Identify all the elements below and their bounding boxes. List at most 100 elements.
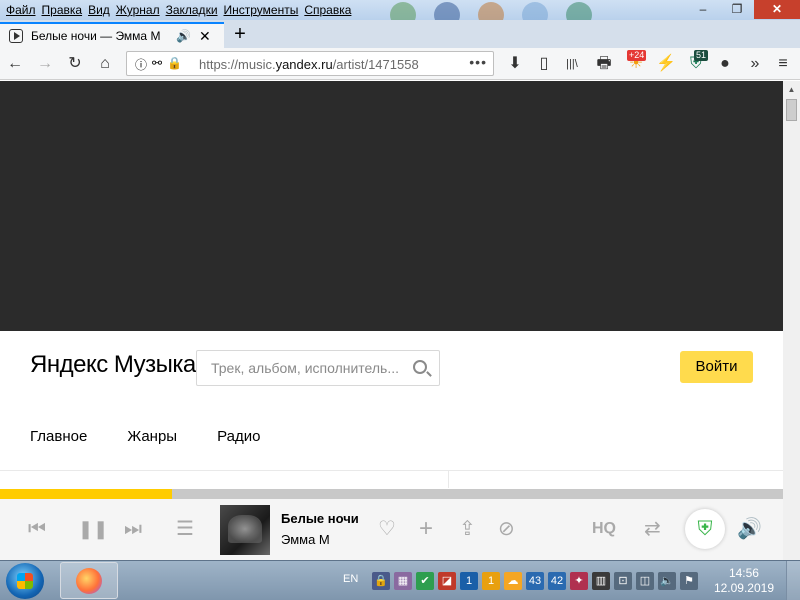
speaker-icon[interactable]: 🔊: [176, 29, 191, 43]
block-icon[interactable]: ⊘: [498, 517, 515, 541]
overflow-button[interactable]: »: [745, 54, 765, 74]
reader-view-icon[interactable]: ▯: [534, 54, 554, 74]
nav-item-genres[interactable]: Жанры: [127, 428, 177, 445]
account-icon[interactable]: ●: [715, 54, 735, 74]
next-track-button[interactable]: ⏭: [124, 517, 142, 541]
login-button[interactable]: Войти: [680, 351, 753, 383]
scroll-thumb[interactable]: [786, 99, 797, 121]
minimize-button[interactable]: –: [686, 0, 720, 19]
window-controls: – ❐ ✕: [686, 0, 800, 19]
back-button[interactable]: ←: [5, 54, 25, 74]
language-indicator[interactable]: EN: [343, 573, 358, 585]
firefox-icon: [76, 568, 102, 594]
logo-music: Музыка: [113, 351, 196, 378]
permissions-icon[interactable]: ⚯: [152, 56, 162, 73]
extension-badge: 51: [694, 50, 709, 61]
forward-button[interactable]: →: [35, 54, 55, 74]
menu-file[interactable]: Файл: [0, 1, 39, 19]
info-icon[interactable]: ⓘ: [135, 56, 147, 73]
tray-device-icon[interactable]: ⊡: [614, 572, 632, 590]
extension-icon[interactable]: ⚡: [656, 54, 676, 74]
play-icon: [9, 29, 23, 43]
tab-active[interactable]: Белые ночи — Эмма М 🔊 ✕: [0, 22, 224, 48]
clock[interactable]: 14:56 12.09.2019: [714, 566, 774, 596]
show-desktop-button[interactable]: [786, 561, 800, 600]
scroll-up-icon[interactable]: ▲: [783, 85, 800, 94]
player-bar: ⏮ ❚❚ ⏭ ☰ Белые ночи Эмма М ♡ + ⇪ ⊘ HQ ⇄ …: [0, 499, 783, 560]
tray-battery-icon[interactable]: ▥: [592, 572, 610, 590]
vertical-scrollbar[interactable]: ▲: [783, 81, 800, 560]
search-box[interactable]: [196, 350, 440, 386]
tray-flag-icon[interactable]: ⚑: [680, 572, 698, 590]
new-tab-button[interactable]: +: [228, 22, 252, 46]
main-nav: Главное Жанры Радио: [30, 428, 260, 445]
window-titlebar: Файл Правка Вид Журнал Закладки Инструме…: [0, 0, 800, 28]
menu-history[interactable]: Журнал: [113, 1, 163, 19]
album-cover[interactable]: [220, 505, 270, 555]
menu-tools[interactable]: Инструменты: [221, 1, 302, 19]
tray-grid-icon[interactable]: ▦: [394, 572, 412, 590]
pause-button[interactable]: ❚❚: [78, 517, 108, 541]
search-icon[interactable]: [413, 360, 427, 374]
divider: [0, 470, 783, 471]
tray-lock-icon[interactable]: 🔒: [372, 572, 390, 590]
tray-network-icon[interactable]: ◫: [636, 572, 654, 590]
yandex-music-logo[interactable]: Яндекс Музыка: [30, 351, 196, 379]
navigation-bar: ← → ↻ ⌂ ⓘ ⚯ 🔒 https://music.yandex.ru/ar…: [0, 48, 800, 80]
tab-close-icon[interactable]: ✕: [199, 28, 211, 45]
windows-taskbar: EN 🔒 ▦ ✔ ◪ 1 1 ☁ 43 42 ✦ ▥ ⊡ ◫ 🔈 ⚑ 14:56…: [0, 560, 800, 600]
nav-item-main[interactable]: Главное: [30, 428, 87, 445]
tray-temp-42-icon[interactable]: 42: [548, 572, 566, 590]
maximize-button[interactable]: ❐: [720, 0, 754, 19]
ad-banner: [0, 81, 783, 331]
start-button[interactable]: [6, 563, 44, 599]
share-icon[interactable]: ⇪: [459, 517, 476, 541]
like-icon[interactable]: ♡: [378, 517, 396, 541]
previous-track-button[interactable]: ⏮: [28, 517, 46, 541]
desktop-background-icons: [390, 0, 690, 28]
divider: [448, 470, 449, 488]
taskbar-firefox[interactable]: [60, 562, 118, 599]
page-viewport: Яндекс Музыка Войти Главное Жанры Радио …: [0, 81, 783, 560]
tray-one-blue-icon[interactable]: 1: [460, 572, 478, 590]
tray-check-icon[interactable]: ✔: [416, 572, 434, 590]
menu-button[interactable]: ≡: [773, 54, 793, 74]
track-artist[interactable]: Эмма М: [281, 532, 330, 547]
menu-view[interactable]: Вид: [85, 1, 113, 19]
library-icon[interactable]: |||\: [562, 54, 582, 74]
hq-button[interactable]: HQ: [592, 517, 616, 541]
tray-temp-43-icon[interactable]: 43: [526, 572, 544, 590]
site-info-icons[interactable]: ⓘ ⚯ 🔒: [135, 56, 182, 73]
tray-app-icon[interactable]: ◪: [438, 572, 456, 590]
nav-item-radio[interactable]: Радио: [217, 428, 260, 445]
add-icon[interactable]: +: [419, 517, 433, 541]
reload-button[interactable]: ↻: [65, 54, 85, 74]
track-title[interactable]: Белые ночи: [281, 511, 359, 526]
menu-edit[interactable]: Правка: [39, 1, 86, 19]
url-prefix: https://music.: [199, 57, 276, 72]
download-icon[interactable]: ⬇: [505, 54, 525, 74]
menu-help[interactable]: Справка: [301, 1, 354, 19]
menu-bookmarks[interactable]: Закладки: [163, 1, 221, 19]
track-progress-bar[interactable]: [0, 489, 783, 499]
print-icon[interactable]: 🖶: [594, 54, 614, 74]
tray-star-icon[interactable]: ✦: [570, 572, 588, 590]
lock-icon[interactable]: 🔒: [167, 56, 182, 73]
tray-one-orange-icon[interactable]: 1: [482, 572, 500, 590]
volume-icon[interactable]: 🔊: [737, 517, 762, 541]
clock-time: 14:56: [728, 566, 759, 580]
page-actions-icon[interactable]: •••: [469, 54, 487, 70]
search-input[interactable]: [211, 360, 401, 376]
tray-cloud-icon[interactable]: ☁: [504, 572, 522, 590]
close-window-button[interactable]: ✕: [754, 0, 800, 19]
queue-icon[interactable]: ☰: [176, 517, 194, 541]
url-text[interactable]: https://music.yandex.ru/artist/1471558: [199, 57, 419, 72]
tray-volume-icon[interactable]: 🔈: [658, 572, 676, 590]
system-tray: 🔒 ▦ ✔ ◪ 1 1 ☁ 43 42 ✦ ▥ ⊡ ◫ 🔈 ⚑: [372, 572, 698, 590]
shuffle-icon[interactable]: ⇄: [644, 517, 661, 541]
tab-title: Белые ночи — Эмма М: [31, 29, 161, 43]
address-bar[interactable]: ⓘ ⚯ 🔒 https://music.yandex.ru/artist/147…: [126, 51, 494, 76]
home-button[interactable]: ⌂: [95, 54, 115, 74]
protect-shield-icon[interactable]: ⛨: [685, 509, 725, 549]
clock-date: 12.09.2019: [713, 581, 774, 595]
